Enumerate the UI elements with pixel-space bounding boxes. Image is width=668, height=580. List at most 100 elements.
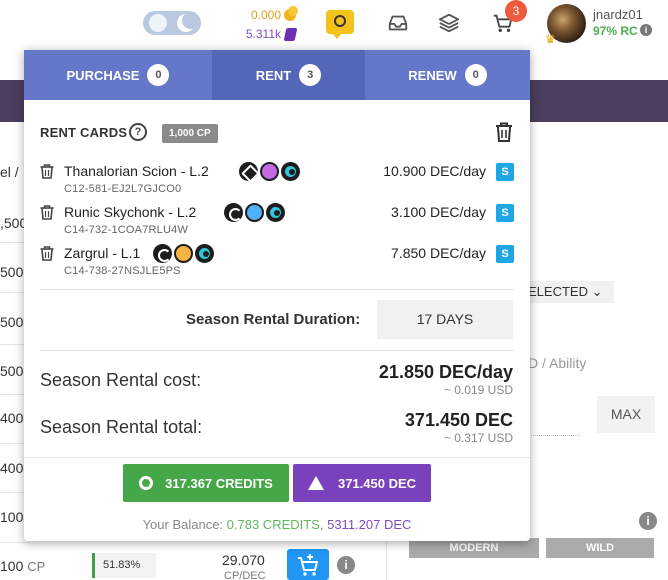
- username[interactable]: jnardz01: [593, 7, 643, 22]
- balances[interactable]: 0.000 5.311k: [226, 6, 298, 42]
- rental-cost-value: 21.850 DEC/day: [378, 362, 513, 382]
- top-bar: 0.000 5.311k 3 ♛ jnardz01 97% RC i: [0, 0, 668, 50]
- info-icon[interactable]: i: [337, 556, 355, 574]
- card-name: Thanalorian Scion - L.2: [64, 163, 209, 179]
- moon-icon: [177, 14, 195, 32]
- card-row: Zargrul - L.1 C14-738-27NSJLE5PS 7.850 D…: [40, 243, 514, 279]
- dc-balance: 0.000: [250, 8, 281, 22]
- divider: [40, 289, 514, 290]
- rental-total-label: Season Rental total:: [40, 417, 203, 437]
- add-to-cart-button[interactable]: [287, 549, 329, 580]
- card-row: Thanalorian Scion - L.2 C12-581-EJ2L7GJC…: [40, 161, 514, 197]
- coin-icon: [284, 6, 298, 21]
- help-icon[interactable]: ?: [129, 123, 147, 141]
- cp-badge: 1,000 CP: [162, 124, 218, 143]
- balance-credits: 0.783 CREDITS: [226, 517, 320, 532]
- tab-count: 3: [299, 64, 322, 86]
- rental-total-value: 371.450 DEC: [404, 410, 513, 430]
- card-rate: 7.850 DEC/day: [391, 245, 486, 261]
- card-uid: C12-581-EJ2L7GJCO0: [64, 183, 182, 195]
- chat-icon[interactable]: [326, 10, 354, 39]
- tab-renew[interactable]: RENEW 0: [365, 50, 530, 100]
- trash-icon[interactable]: [40, 205, 54, 220]
- crown-icon: ♛: [545, 32, 556, 46]
- card-rate: 10.900 DEC/day: [383, 163, 486, 179]
- edition-badge: S: [496, 204, 514, 222]
- card-elements: [239, 162, 300, 181]
- card-elements: [224, 203, 285, 222]
- card-rate: 3.100 DEC/day: [391, 204, 486, 220]
- divider: [40, 350, 514, 351]
- pay-with-dec-button[interactable]: 371.450 DEC: [293, 464, 431, 502]
- percentage-cell: 51.83%: [92, 553, 156, 578]
- cart-tabs: PURCHASE 0 RENT 3 RENEW 0: [24, 50, 530, 100]
- trash-icon[interactable]: [40, 164, 54, 179]
- cart-plus-icon: [298, 554, 318, 576]
- card-name: Zargrul - L.1: [64, 245, 141, 261]
- dec-balance: 5.311k: [245, 27, 281, 41]
- left-row-value: 100 CP: [0, 558, 46, 574]
- tab-count: 0: [464, 64, 487, 86]
- tab-count: 0: [147, 64, 170, 86]
- card-uid: C14-738-27NSJLE5PS: [64, 265, 181, 277]
- layers-icon[interactable]: [438, 12, 460, 34]
- rc-info-icon[interactable]: i: [640, 24, 652, 36]
- credits-icon: [139, 476, 154, 490]
- dec-icon: [307, 476, 324, 490]
- tab-rent[interactable]: RENT 3: [212, 50, 365, 100]
- rental-cost-usd: ~ 0.019 USD: [443, 383, 513, 397]
- trash-icon[interactable]: [495, 122, 513, 142]
- duration-select[interactable]: 17 DAYS: [377, 300, 513, 339]
- left-row-value: 400: [0, 410, 24, 426]
- your-balance: Your Balance: 0.783 CREDITS, 5311.207 DE…: [142, 517, 412, 532]
- price-unit: CP/DEC: [224, 570, 266, 580]
- tab-purchase[interactable]: PURCHASE 0: [24, 50, 212, 100]
- toggle-knob: [149, 14, 167, 32]
- dragon-element-icon: [153, 244, 172, 263]
- edition-badge: S: [496, 163, 514, 181]
- format-modern-button[interactable]: MODERN: [409, 538, 539, 558]
- chevron-down-icon: ⌄: [591, 284, 603, 299]
- water-element-icon: [245, 203, 264, 222]
- water-element-icon: [195, 244, 214, 263]
- format-wild-button[interactable]: WILD: [546, 538, 654, 558]
- left-row-value: 100: [0, 509, 24, 525]
- resource-credits: 97% RC: [593, 24, 638, 38]
- ability-label: D / Ability: [528, 355, 587, 371]
- trash-icon[interactable]: [40, 246, 54, 261]
- dec-gem-icon: [283, 27, 298, 41]
- left-row-value: 400: [0, 460, 24, 476]
- rental-total-usd: ~ 0.317 USD: [443, 431, 513, 445]
- water-element-icon: [281, 162, 300, 181]
- card-name: Runic Skychonk - L.2: [64, 204, 197, 220]
- water-element-icon: [266, 203, 285, 222]
- left-row-value: 500: [0, 363, 24, 379]
- edition-badge: S: [496, 245, 514, 263]
- divider: [0, 542, 30, 543]
- selected-dropdown[interactable]: ELECTED ⌄: [522, 281, 614, 303]
- life-element-icon: [174, 244, 193, 263]
- balance-dec: 5311.207 DEC: [327, 517, 412, 532]
- left-row-value: 500: [0, 314, 24, 330]
- pay-with-credits-button[interactable]: 317.367 CREDITS: [123, 464, 289, 502]
- duration-label: Season Rental Duration:: [186, 311, 361, 328]
- rental-cost-label: Season Rental cost:: [40, 370, 202, 390]
- theme-toggle[interactable]: [143, 11, 201, 35]
- card-elements: [153, 244, 214, 263]
- death-element-icon: [260, 162, 279, 181]
- divider: [24, 457, 530, 458]
- left-row-value: 500: [0, 264, 24, 280]
- card-row: Runic Skychonk - L.2 C14-732-1COA7RLU4W …: [40, 202, 514, 238]
- input-underline: [528, 435, 580, 436]
- left-row-label: el /: [0, 164, 19, 180]
- card-uid: C14-732-1COA7RLU4W: [64, 224, 189, 236]
- max-button[interactable]: MAX: [597, 396, 655, 433]
- info-icon[interactable]: i: [639, 512, 657, 530]
- price-value: 29.070: [222, 552, 265, 568]
- inbox-icon[interactable]: [387, 12, 409, 34]
- cart-count-badge: 3: [505, 0, 527, 22]
- dragon-element-icon: [224, 203, 243, 222]
- neutral-element-icon: [239, 162, 258, 181]
- cart-modal: PURCHASE 0 RENT 3 RENEW 0 RENT CARDS ? 1,00…: [24, 50, 530, 541]
- rent-cards-title: RENT CARDS: [40, 125, 128, 140]
